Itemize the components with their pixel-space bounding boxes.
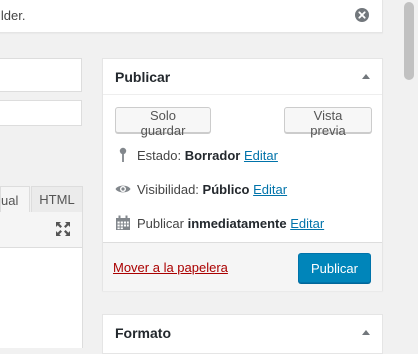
save-draft-button[interactable]: Solo guardar: [115, 107, 211, 138]
major-publishing-actions: Mover a la papelera Publicar: [103, 242, 382, 291]
edit-schedule-link[interactable]: Editar: [290, 216, 324, 231]
publish-button[interactable]: Publicar: [298, 253, 371, 283]
schedule-row: Publicar inmediatamente Editar: [115, 215, 324, 231]
tab-visual-label: ual: [1, 193, 19, 208]
status-label: Estado:: [137, 148, 182, 163]
collapse-arrow-icon[interactable]: [362, 330, 370, 335]
status-row: Estado: Borrador Editar: [115, 147, 278, 163]
editor-content-area[interactable]: [0, 248, 83, 348]
tab-visual[interactable]: ual: [0, 186, 30, 212]
schedule-value: inmediatamente: [187, 216, 287, 231]
pin-icon: [115, 147, 131, 163]
title-input[interactable]: [0, 58, 82, 92]
edit-visibility-link[interactable]: Editar: [253, 182, 287, 197]
collapse-arrow-icon[interactable]: [362, 74, 370, 79]
visibility-label: Visibilidad:: [137, 182, 199, 197]
tab-html-label: HTML: [39, 192, 75, 207]
dismiss-icon[interactable]: [355, 8, 369, 22]
scrollbar-thumb[interactable]: [404, 2, 414, 80]
visibility-row: Visibilidad: Público Editar: [115, 181, 287, 197]
format-box-title: Formato: [115, 325, 171, 341]
permalink-input[interactable]: [0, 100, 82, 126]
editor-toolbar: [0, 212, 83, 248]
notice-bar: ilder.: [0, 0, 383, 33]
notice-text: ilder.: [0, 8, 26, 23]
divider: [103, 94, 382, 95]
fullscreen-icon[interactable]: [55, 221, 71, 237]
schedule-label: Publicar: [137, 216, 184, 231]
publish-box: Publicar Solo guardar Vista previa Estad…: [102, 58, 383, 291]
edit-status-link[interactable]: Editar: [244, 148, 278, 163]
status-value: Borrador: [184, 148, 241, 163]
calendar-icon: [115, 215, 131, 231]
format-box: Formato: [102, 314, 383, 354]
visibility-value: Público: [202, 182, 250, 197]
preview-button[interactable]: Vista previa: [284, 107, 372, 138]
eye-icon: [115, 181, 131, 197]
move-to-trash-link[interactable]: Mover a la papelera: [113, 260, 228, 275]
publish-box-title: Publicar: [115, 69, 171, 85]
page-scrollbar[interactable]: [400, 0, 418, 340]
tab-html[interactable]: HTML: [31, 186, 83, 212]
